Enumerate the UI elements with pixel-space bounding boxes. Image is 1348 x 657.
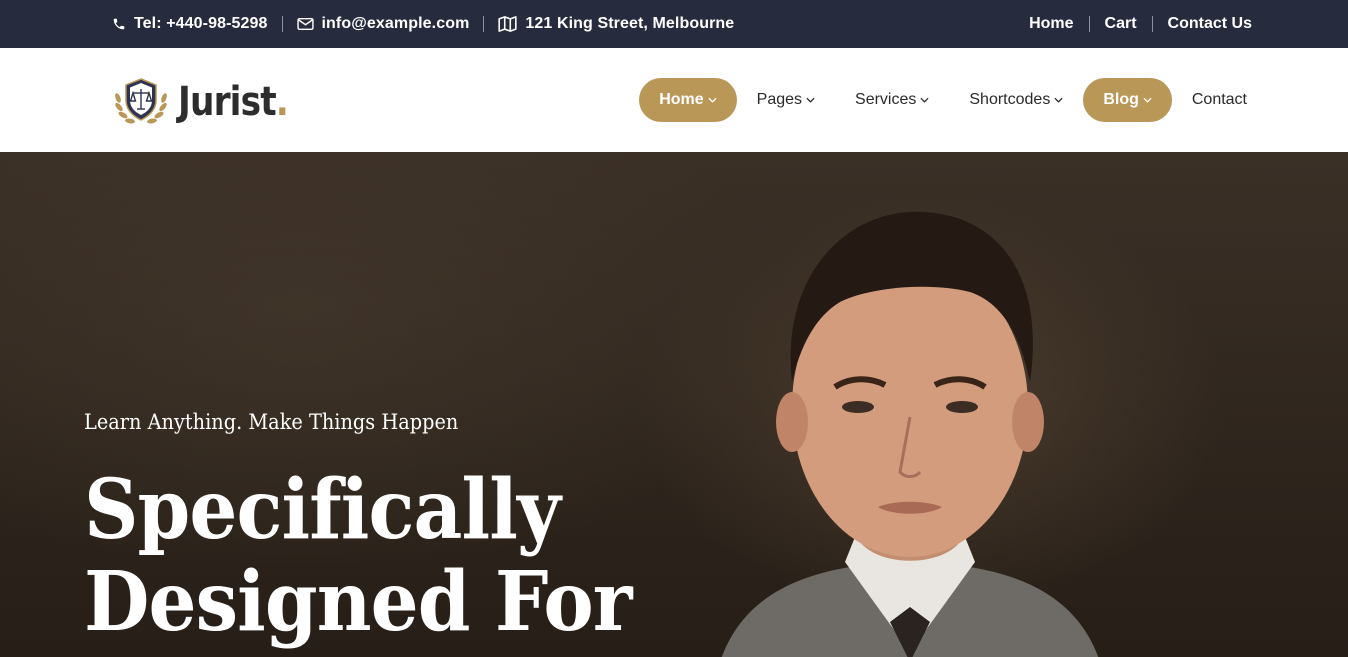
chevron-down-icon: [920, 97, 929, 103]
topbar-link-cart[interactable]: Cart: [1105, 15, 1137, 33]
logo-wordmark: Jurist.: [178, 79, 289, 125]
topbar-link-home[interactable]: Home: [1029, 15, 1073, 33]
hero-portrait-image: [721, 211, 1099, 657]
chevron-down-icon: [1143, 97, 1152, 103]
topbar-contact-info: Tel: +440-98-5298 info@example.com 121 K…: [112, 0, 734, 48]
main-nav: Home Pages Services Shortcodes Blog Cont…: [639, 78, 1267, 122]
nav-label: Pages: [756, 91, 803, 108]
logo-dot: .: [275, 79, 289, 125]
nav-label: Services: [855, 91, 917, 108]
phone-item[interactable]: Tel: +440-98-5298: [112, 15, 268, 33]
map-icon: [498, 16, 518, 32]
nav-label: Contact: [1191, 91, 1247, 108]
top-bar: Tel: +440-98-5298 info@example.com 121 K…: [0, 0, 1348, 48]
address-text: 121 King Street, Melbourne: [525, 15, 735, 32]
hero-title-line-1: Specifically: [84, 462, 561, 558]
phone-icon: [113, 18, 125, 30]
hero-section: Learn Anything. Make Things Happen Speci…: [0, 152, 1348, 657]
nav-label: Shortcodes: [969, 91, 1051, 108]
scales-shield-laurel-icon: [115, 78, 167, 124]
site-logo[interactable]: Jurist.: [110, 76, 306, 128]
chevron-down-icon: [1054, 97, 1063, 103]
nav-item-blog[interactable]: Blog: [1083, 78, 1172, 122]
nav-label: Home: [659, 91, 704, 108]
envelope-icon: [296, 17, 314, 31]
nav-item-shortcodes[interactable]: Shortcodes: [949, 78, 1083, 122]
phone-text: Tel: +440-98-5298: [134, 15, 268, 32]
divider: [1151, 16, 1153, 32]
main-header: Jurist. Home Pages Services Shortcodes B…: [0, 48, 1348, 152]
nav-item-contact[interactable]: Contact: [1172, 78, 1267, 122]
topbar-links: Home Cart Contact Us: [1029, 0, 1252, 48]
topbar-link-contact-us[interactable]: Contact Us: [1168, 15, 1252, 33]
nav-item-home[interactable]: Home: [639, 78, 737, 122]
nav-item-pages[interactable]: Pages: [737, 78, 835, 122]
nav-label: Blog: [1103, 91, 1139, 108]
email-text: info@example.com: [321, 15, 470, 32]
address-item: 121 King Street, Melbourne: [498, 15, 734, 33]
nav-item-services[interactable]: Services: [835, 78, 949, 122]
chevron-down-icon: [708, 97, 717, 103]
hero-title-line-2: Designed For: [84, 554, 633, 650]
email-item[interactable]: info@example.com: [296, 15, 470, 33]
divider: [281, 16, 283, 32]
hero-subtitle: Learn Anything. Make Things Happen: [84, 410, 459, 434]
chevron-down-icon: [806, 97, 815, 103]
hero-title: Specifically Designed For: [84, 462, 633, 650]
divider: [1088, 16, 1090, 32]
logo-name: Jurist: [178, 79, 277, 125]
divider: [483, 16, 485, 32]
